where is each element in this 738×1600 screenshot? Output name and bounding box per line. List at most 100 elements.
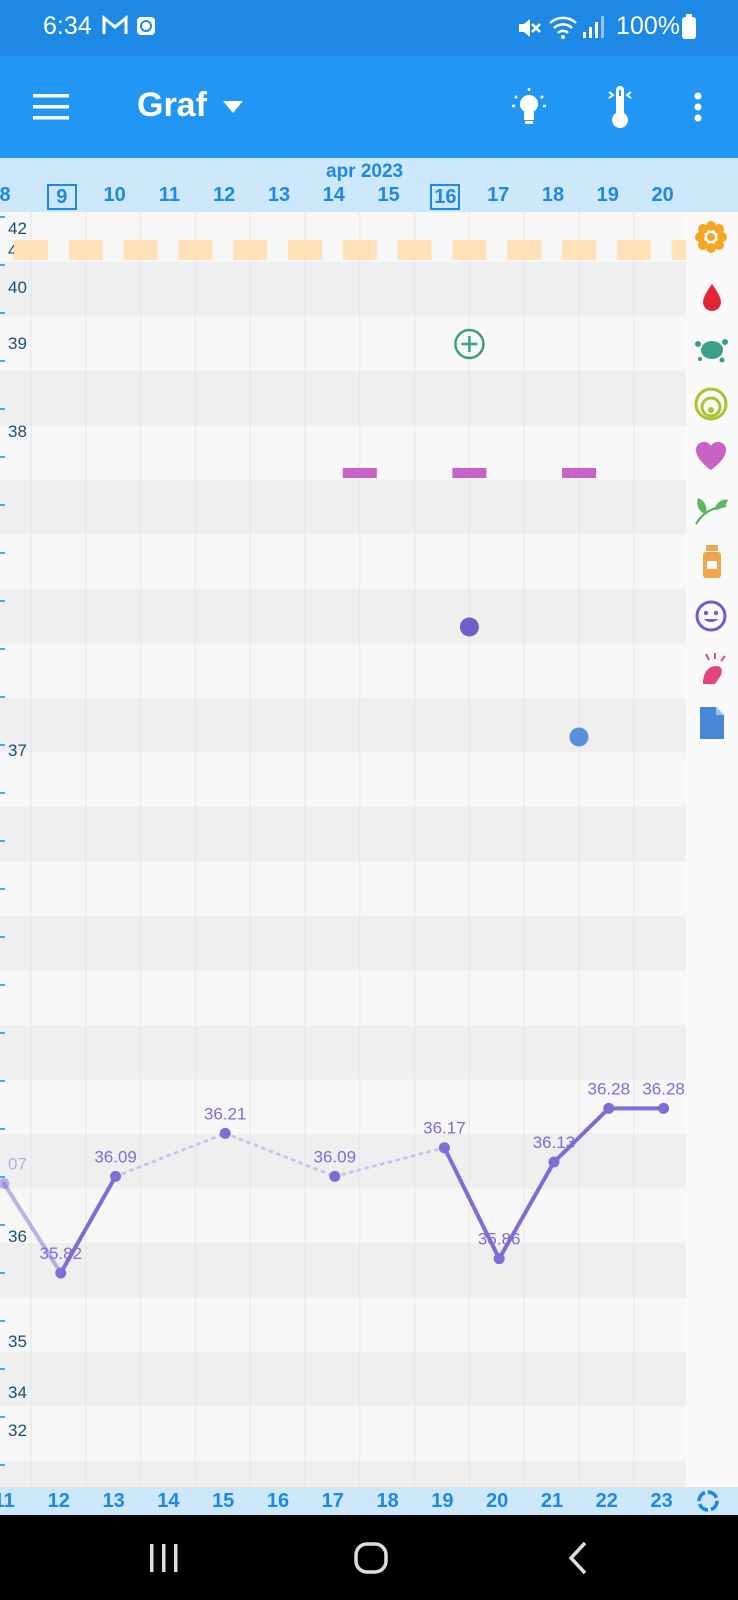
- symptom-icon-column: [686, 212, 738, 1487]
- period-bar: [14, 240, 48, 260]
- thermometer-icon[interactable]: [606, 84, 634, 135]
- cervix-icon[interactable]: [693, 386, 729, 427]
- top-day-label[interactable]: 11: [156, 184, 182, 206]
- top-day-label[interactable]: 17: [485, 184, 511, 206]
- battery-icon: [682, 14, 696, 45]
- top-day-label[interactable]: 12: [211, 184, 237, 206]
- temperature-point: [658, 1102, 670, 1114]
- bottom-day-label[interactable]: 12: [45, 1490, 73, 1513]
- view-title[interactable]: Graf: [137, 86, 207, 125]
- bottom-day-label[interactable]: 17: [319, 1490, 347, 1513]
- bottom-day-label[interactable]: 14: [154, 1490, 182, 1513]
- heart-icon[interactable]: [693, 440, 729, 477]
- wifi-icon: [548, 14, 578, 45]
- temperature-point: [110, 1170, 122, 1182]
- period-bar: [233, 240, 268, 260]
- temperature-label: 36.09: [94, 1147, 137, 1166]
- y-axis-label: 32: [8, 1421, 27, 1440]
- home-icon[interactable]: [354, 1542, 388, 1579]
- bottom-day-label[interactable]: 13: [100, 1490, 128, 1513]
- temperature-label: 36.28: [642, 1079, 685, 1098]
- gmail-icon: [102, 14, 128, 41]
- temperature-label: 36.28: [588, 1079, 631, 1098]
- temperature-label: 35.86: [478, 1230, 521, 1249]
- top-day-label[interactable]: 9: [46, 184, 77, 210]
- y-axis-label: 34: [8, 1383, 27, 1402]
- top-day-label[interactable]: 8: [0, 184, 18, 206]
- smiley-icon[interactable]: [694, 599, 728, 638]
- chart-band: [0, 1461, 686, 1487]
- period-bar: [397, 240, 432, 260]
- temperature-label: 07: [8, 1155, 27, 1174]
- top-day-label[interactable]: 20: [650, 184, 676, 206]
- bottom-day-label[interactable]: 23: [648, 1490, 676, 1513]
- y-axis-label: 39: [8, 334, 27, 353]
- temperature-point: [219, 1127, 231, 1139]
- top-day-label[interactable]: 10: [102, 184, 128, 206]
- bottom-day-label[interactable]: 16: [264, 1490, 292, 1513]
- y-axis-label: 38: [8, 422, 27, 441]
- medicine-bottle-icon[interactable]: [701, 545, 723, 584]
- lightbulb-icon[interactable]: [510, 84, 548, 131]
- y-axis-label: 42: [8, 219, 27, 238]
- heart-mark: [562, 468, 596, 478]
- blood-drop-icon[interactable]: [700, 282, 724, 317]
- top-day-label[interactable]: 15: [376, 184, 402, 206]
- top-day-label[interactable]: 18: [540, 184, 566, 206]
- temperature-label: 36.13: [533, 1133, 576, 1152]
- period-bar: [507, 240, 542, 260]
- y-axis-label: 36: [8, 1227, 27, 1246]
- chart-band: [0, 480, 686, 535]
- app-toolbar: Graf: [0, 56, 738, 158]
- temperature-point: [603, 1102, 615, 1114]
- bottom-day-label[interactable]: 15: [209, 1490, 237, 1513]
- bottom-day-label[interactable]: 21: [538, 1490, 566, 1513]
- date-axis-bottom: 11 12 13 14 15 16 17 18 19 20 21 22 23: [0, 1487, 738, 1515]
- chart-band: [0, 262, 686, 317]
- temperature-chart[interactable]: 424140393837363534320735.8236.0936.2136.…: [0, 212, 686, 1487]
- top-day-label[interactable]: 16: [430, 184, 461, 210]
- period-bar: [671, 240, 686, 260]
- recents-icon[interactable]: [148, 1544, 180, 1577]
- bottom-day-label[interactable]: 19: [428, 1490, 456, 1513]
- temperature-point: [548, 1156, 560, 1168]
- flower-icon[interactable]: [694, 220, 728, 259]
- chart-band: [0, 807, 686, 862]
- note-dot: [569, 727, 589, 747]
- temperature-label: 36.21: [204, 1104, 247, 1123]
- back-icon[interactable]: [568, 1541, 588, 1580]
- chart-band: [0, 589, 686, 644]
- clock-app-icon: [136, 16, 156, 41]
- top-day-label[interactable]: 13: [266, 184, 292, 206]
- system-nav-bar: [0, 1515, 738, 1600]
- bottom-day-label[interactable]: 18: [374, 1490, 402, 1513]
- bottom-day-label[interactable]: 20: [483, 1490, 511, 1513]
- top-day-label[interactable]: 19: [595, 184, 621, 206]
- top-day-label[interactable]: 14: [321, 184, 347, 206]
- period-bar: [178, 240, 213, 260]
- date-axis-top: apr 2023 8 9 10 11 12 13 14 15 16 17 18 19 20: [0, 158, 738, 212]
- temperature-point: [493, 1253, 505, 1265]
- note-icon[interactable]: [698, 706, 726, 745]
- leaves-icon[interactable]: [692, 492, 730, 531]
- splash-icon[interactable]: [692, 334, 730, 371]
- more-vertical-icon[interactable]: [694, 92, 702, 127]
- dropdown-arrow-icon[interactable]: [223, 100, 243, 118]
- bottom-day-label[interactable]: 11: [0, 1490, 18, 1513]
- heart-mark: [342, 468, 377, 478]
- temperature-label: 36.09: [314, 1147, 357, 1166]
- y-axis-label: 40: [8, 278, 27, 297]
- status-time: 6:34: [43, 12, 92, 40]
- mute-icon: [516, 16, 542, 45]
- y-axis-label: 37: [8, 741, 27, 760]
- bottom-day-label[interactable]: 22: [593, 1490, 621, 1513]
- period-bar: [68, 240, 103, 260]
- signal-icon: [582, 14, 604, 45]
- period-bar: [562, 240, 596, 260]
- temperature-point: [329, 1170, 341, 1182]
- hamburger-menu-icon[interactable]: [33, 94, 69, 125]
- chart-band: [0, 371, 686, 426]
- pain-icon[interactable]: [695, 652, 727, 691]
- plus-marker-cross: [461, 336, 478, 352]
- chart-band: [0, 1025, 686, 1080]
